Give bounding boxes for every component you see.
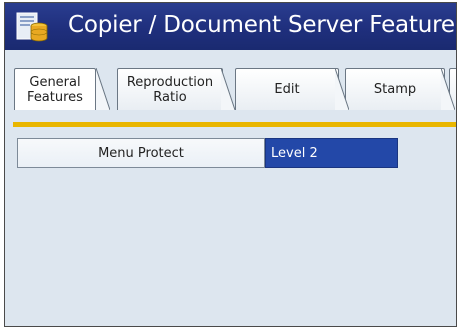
tab-strip: General Features Reproduction Ratio Edit… — [5, 50, 456, 122]
tab-edit[interactable]: Edit — [235, 68, 339, 110]
tab-label: General Features — [27, 74, 83, 105]
setting-value[interactable]: Level 2 — [265, 138, 398, 168]
tab-divider — [335, 68, 349, 110]
tab-divider — [221, 68, 235, 110]
tab-stamp[interactable]: Stamp — [345, 68, 445, 110]
tab-label: Stamp — [373, 82, 417, 97]
copier-server-icon — [16, 12, 48, 42]
title-bar: Copier / Document Server Features — [5, 3, 456, 50]
tab-reproduction-ratio[interactable]: Reproduction Ratio — [117, 68, 223, 110]
tab-divider — [96, 68, 110, 110]
app-window: Copier / Document Server Features Genera… — [4, 2, 457, 327]
tab-label: Edit — [274, 82, 300, 97]
window-title: Copier / Document Server Features — [68, 12, 457, 38]
tab-underline — [13, 122, 456, 127]
setting-label: Menu Protect — [17, 138, 265, 168]
tab-general-features[interactable]: General Features — [14, 68, 96, 110]
tab-divider — [441, 68, 455, 110]
tab-label: Reproduction Ratio — [126, 74, 214, 105]
